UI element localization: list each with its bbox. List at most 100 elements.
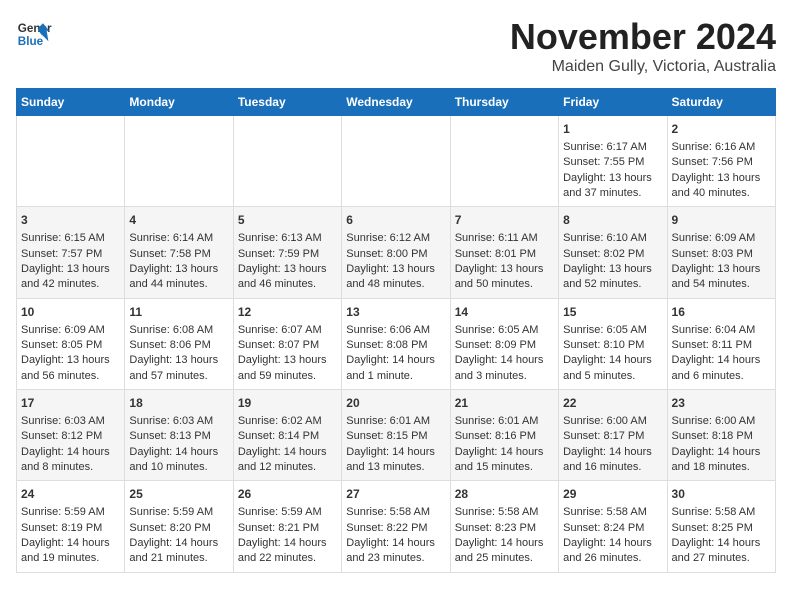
- day-info: and 23 minutes.: [346, 551, 445, 566]
- day-info: Sunrise: 5:59 AM: [21, 505, 120, 520]
- day-info: Sunset: 7:55 PM: [563, 155, 662, 170]
- day-info: and 52 minutes.: [563, 277, 662, 292]
- day-info: Sunset: 8:19 PM: [21, 521, 120, 536]
- day-info: and 25 minutes.: [455, 551, 554, 566]
- day-info: Sunrise: 6:02 AM: [238, 414, 337, 429]
- day-info: Daylight: 14 hours: [672, 353, 771, 368]
- day-number: 11: [129, 304, 228, 321]
- day-number: 7: [455, 212, 554, 229]
- day-header-monday: Monday: [125, 89, 233, 116]
- day-number: 9: [672, 212, 771, 229]
- day-header-friday: Friday: [559, 89, 667, 116]
- day-info: Daylight: 14 hours: [346, 353, 445, 368]
- day-info: Sunrise: 6:09 AM: [672, 231, 771, 246]
- day-info: Sunset: 8:15 PM: [346, 429, 445, 444]
- day-info: and 12 minutes.: [238, 460, 337, 475]
- day-info: and 3 minutes.: [455, 369, 554, 384]
- day-info: Sunset: 8:22 PM: [346, 521, 445, 536]
- day-info: Sunrise: 6:09 AM: [21, 323, 120, 338]
- day-info: and 19 minutes.: [21, 551, 120, 566]
- day-info: Sunrise: 6:06 AM: [346, 323, 445, 338]
- day-number: 18: [129, 395, 228, 412]
- logo-icon: General Blue: [16, 16, 52, 52]
- day-info: and 40 minutes.: [672, 186, 771, 201]
- day-number: 21: [455, 395, 554, 412]
- day-info: Sunrise: 6:15 AM: [21, 231, 120, 246]
- calendar-week-2: 3Sunrise: 6:15 AMSunset: 7:57 PMDaylight…: [17, 207, 776, 298]
- day-info: Daylight: 13 hours: [563, 171, 662, 186]
- day-info: Sunset: 8:21 PM: [238, 521, 337, 536]
- day-info: Daylight: 13 hours: [346, 262, 445, 277]
- calendar-header: SundayMondayTuesdayWednesdayThursdayFrid…: [17, 89, 776, 116]
- calendar-week-4: 17Sunrise: 6:03 AMSunset: 8:12 PMDayligh…: [17, 390, 776, 481]
- calendar-cell: 26Sunrise: 5:59 AMSunset: 8:21 PMDayligh…: [233, 481, 341, 572]
- day-info: and 46 minutes.: [238, 277, 337, 292]
- month-title: November 2024: [510, 16, 776, 58]
- day-header-tuesday: Tuesday: [233, 89, 341, 116]
- day-info: and 18 minutes.: [672, 460, 771, 475]
- calendar-cell: 30Sunrise: 5:58 AMSunset: 8:25 PMDayligh…: [667, 481, 775, 572]
- calendar-cell: 27Sunrise: 5:58 AMSunset: 8:22 PMDayligh…: [342, 481, 450, 572]
- day-info: Sunrise: 6:00 AM: [672, 414, 771, 429]
- day-number: 3: [21, 212, 120, 229]
- calendar-cell: 12Sunrise: 6:07 AMSunset: 8:07 PMDayligh…: [233, 298, 341, 389]
- day-info: Daylight: 14 hours: [129, 445, 228, 460]
- day-info: Daylight: 13 hours: [672, 262, 771, 277]
- day-number: 16: [672, 304, 771, 321]
- day-info: Sunset: 7:58 PM: [129, 247, 228, 262]
- calendar: SundayMondayTuesdayWednesdayThursdayFrid…: [16, 88, 776, 573]
- calendar-week-5: 24Sunrise: 5:59 AMSunset: 8:19 PMDayligh…: [17, 481, 776, 572]
- day-info: Daylight: 13 hours: [672, 171, 771, 186]
- day-number: 1: [563, 121, 662, 138]
- calendar-cell: 7Sunrise: 6:11 AMSunset: 8:01 PMDaylight…: [450, 207, 558, 298]
- day-number: 22: [563, 395, 662, 412]
- day-info: Sunset: 8:25 PM: [672, 521, 771, 536]
- calendar-cell: 23 Sunrise: 6:00 AMSunset: 8:18 PMDayligh…: [667, 390, 775, 481]
- day-info: and 48 minutes.: [346, 277, 445, 292]
- calendar-cell: 9Sunrise: 6:09 AMSunset: 8:03 PMDaylight…: [667, 207, 775, 298]
- calendar-cell: 25Sunrise: 5:59 AMSunset: 8:20 PMDayligh…: [125, 481, 233, 572]
- day-number: 23: [672, 395, 771, 412]
- day-info: and 21 minutes.: [129, 551, 228, 566]
- day-info: Sunset: 8:17 PM: [563, 429, 662, 444]
- day-info: Sunset: 8:01 PM: [455, 247, 554, 262]
- calendar-cell: 28Sunrise: 5:58 AMSunset: 8:23 PMDayligh…: [450, 481, 558, 572]
- day-number: 5: [238, 212, 337, 229]
- day-info: Daylight: 14 hours: [455, 445, 554, 460]
- calendar-cell: 13Sunrise: 6:06 AMSunset: 8:08 PMDayligh…: [342, 298, 450, 389]
- day-number: 4: [129, 212, 228, 229]
- day-info: and 15 minutes.: [455, 460, 554, 475]
- day-info: Sunset: 8:08 PM: [346, 338, 445, 353]
- calendar-cell: 18Sunrise: 6:03 AMSunset: 8:13 PMDayligh…: [125, 390, 233, 481]
- day-number: 28: [455, 486, 554, 503]
- day-info: Sunset: 8:18 PM: [672, 429, 771, 444]
- day-info: Daylight: 14 hours: [672, 445, 771, 460]
- day-info: Sunrise: 6:00 AM: [563, 414, 662, 429]
- day-number: 19: [238, 395, 337, 412]
- day-info: Sunrise: 6:03 AM: [129, 414, 228, 429]
- day-info: and 22 minutes.: [238, 551, 337, 566]
- day-info: and 44 minutes.: [129, 277, 228, 292]
- day-info: Sunset: 8:00 PM: [346, 247, 445, 262]
- day-info: Daylight: 14 hours: [238, 445, 337, 460]
- day-info: Sunrise: 5:59 AM: [238, 505, 337, 520]
- day-info: Sunrise: 6:17 AM: [563, 140, 662, 155]
- day-info: and 42 minutes.: [21, 277, 120, 292]
- day-info: and 8 minutes.: [21, 460, 120, 475]
- day-info: Sunrise: 6:04 AM: [672, 323, 771, 338]
- day-info: Sunset: 8:05 PM: [21, 338, 120, 353]
- day-info: and 27 minutes.: [672, 551, 771, 566]
- calendar-cell: 29Sunrise: 5:58 AMSunset: 8:24 PMDayligh…: [559, 481, 667, 572]
- day-info: Sunset: 8:06 PM: [129, 338, 228, 353]
- header: General Blue November 2024 Maiden Gully,…: [16, 16, 776, 76]
- calendar-cell: 10Sunrise: 6:09 AMSunset: 8:05 PMDayligh…: [17, 298, 125, 389]
- day-info: Daylight: 14 hours: [346, 536, 445, 551]
- day-number: 14: [455, 304, 554, 321]
- day-info: and 54 minutes.: [672, 277, 771, 292]
- day-number: 20: [346, 395, 445, 412]
- day-info: Sunrise: 6:10 AM: [563, 231, 662, 246]
- calendar-body: 1Sunrise: 6:17 AMSunset: 7:55 PMDaylight…: [17, 116, 776, 573]
- day-number: 27: [346, 486, 445, 503]
- day-info: Sunset: 7:56 PM: [672, 155, 771, 170]
- day-info: Sunrise: 6:13 AM: [238, 231, 337, 246]
